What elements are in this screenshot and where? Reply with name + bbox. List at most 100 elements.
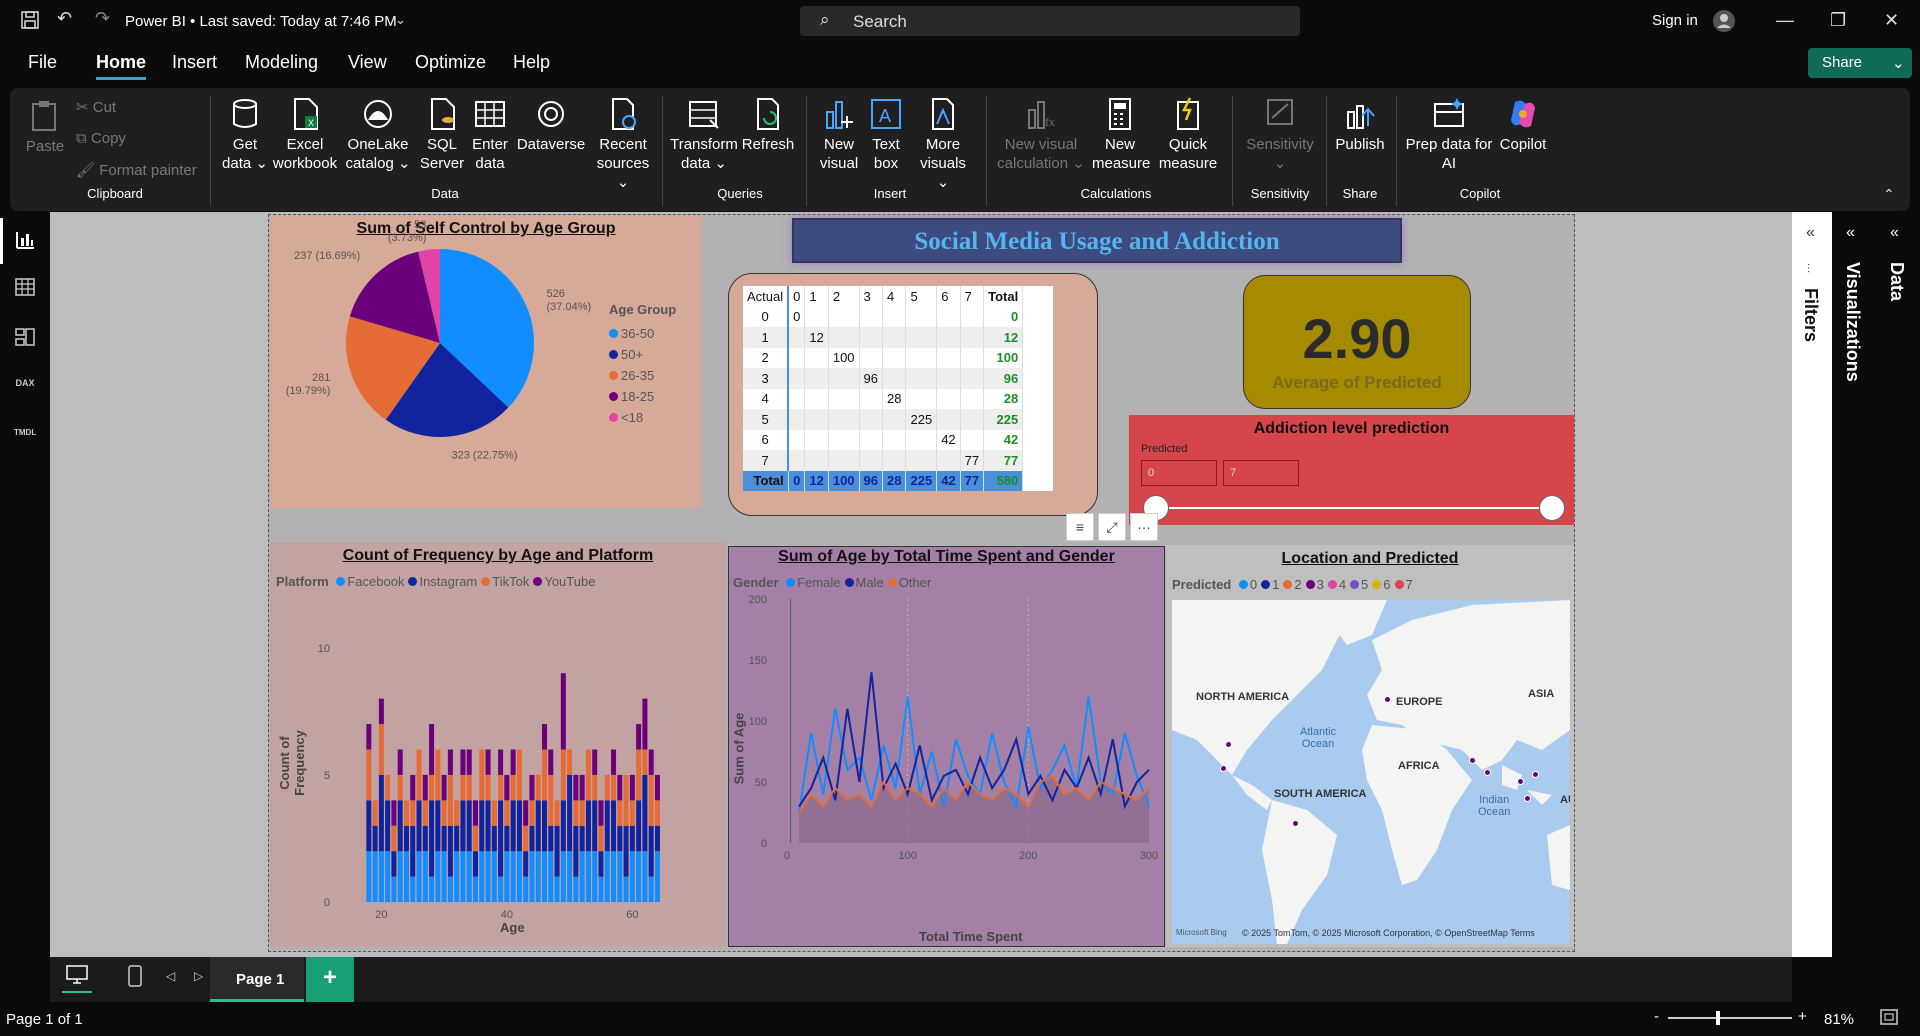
slicer-visual[interactable]: Addiction level prediction Predicted 0 7 [1129,415,1574,525]
map-pin[interactable] [1384,696,1391,703]
publish-button[interactable]: Publish [1332,96,1388,154]
pie-legend-item[interactable]: 36-50 [609,323,654,344]
restore-icon[interactable]: ❐ [1830,10,1846,31]
matrix-column-header[interactable]: 6 [936,286,961,307]
map-legend-item[interactable]: 1 [1261,577,1279,592]
pie-legend-item[interactable]: 26-35 [609,365,654,386]
menu-optimize[interactable]: Optimize [415,52,486,73]
card-visual[interactable]: 2.90 Average of Predicted [1243,275,1471,409]
map-pin[interactable] [1524,795,1531,802]
user-avatar-icon[interactable] [1712,9,1736,38]
matrix-column-header[interactable]: 7 [960,286,985,307]
copilot-button[interactable]: Copilot [1490,96,1556,154]
zoom-slider[interactable] [1668,1011,1792,1025]
zoom-out-icon[interactable]: - [1654,1008,1659,1025]
fit-to-page-icon[interactable] [1880,1009,1898,1029]
map-pin[interactable] [1292,820,1299,827]
new-visual-calculation-button[interactable]: fx New visual calculation ⌄ [996,96,1086,173]
matrix-column-header[interactable]: Total [983,286,1024,307]
filter-icon[interactable]: ≡ [1066,513,1094,541]
slicer-handle-max[interactable] [1539,495,1565,521]
table-view-icon[interactable] [14,276,36,298]
menu-view[interactable]: View [348,52,387,73]
prev-page-icon[interactable]: ◁ [166,969,175,983]
map-legend-item[interactable]: 4 [1327,577,1346,592]
map-legend-item[interactable]: 5 [1350,577,1368,592]
format-painter-button[interactable]: 🖌 Format painter [76,161,197,180]
expand-data-icon[interactable]: « [1890,224,1899,242]
data-pane[interactable]: « Data [1876,212,1920,957]
stacked-bar-visual[interactable]: Count of Frequency by Age and Platform P… [270,542,726,947]
line-chart-visual[interactable]: Sum of Age by Total Time Spent and Gende… [728,546,1165,947]
onelake-catalog-button[interactable]: OneLake catalog ⌄ [343,96,413,173]
report-view-icon[interactable] [14,228,36,250]
mobile-layout-icon[interactable] [128,965,142,992]
expand-filters-icon[interactable]: « [1806,224,1815,242]
copy-button[interactable]: ⧉ Copy [76,129,126,148]
menu-help[interactable]: Help [513,52,550,73]
map-pin[interactable] [1469,757,1476,764]
page-tab-page-1[interactable]: Page 1 [210,957,304,1002]
map-canvas[interactable]: NORTH AMERICA EUROPE ASIA Atlantic Ocean… [1172,600,1570,944]
minimize-icon[interactable]: — [1776,10,1794,31]
zoom-slider-thumb[interactable] [1716,1011,1720,1025]
sign-in-link[interactable]: Sign in [1652,12,1698,29]
text-box-button[interactable]: A Text box [866,96,906,173]
zoom-in-icon[interactable]: + [1798,1008,1807,1025]
cut-button[interactable]: ✂ Cut [76,98,116,117]
quick-measure-button[interactable]: Quick measure [1152,96,1224,173]
matrix-column-header[interactable]: 4 [882,286,907,307]
dataverse-button[interactable]: Dataverse [516,96,586,154]
get-data-button[interactable]: Get data ⌄ [222,96,268,173]
map-pin[interactable] [1532,771,1539,778]
pie-chart-visual[interactable]: Sum of Self Control by Age Group 526 (37.… [270,216,702,508]
share-button[interactable]: Share ⌄ [1808,48,1912,78]
map-pin[interactable] [1220,765,1227,772]
refresh-button[interactable]: Refresh [740,96,796,154]
more-visuals-button[interactable]: More visuals ⌄ [912,96,974,192]
transform-data-button[interactable]: Transform data ⌄ [670,96,738,173]
new-visual-button[interactable]: New visual [816,96,862,173]
tmdl-view-icon[interactable]: TMDL [14,428,36,450]
map-legend-item[interactable]: 3 [1305,577,1324,592]
map-attribution[interactable]: © 2025 TomTom, © 2025 Microsoft Corporat… [1242,928,1535,938]
matrix-column-header[interactable]: 5 [905,286,938,307]
map-visual[interactable]: Location and Predicted Predicted 0123456… [1166,545,1574,947]
map-pin[interactable] [1517,778,1524,785]
paste-button[interactable]: Paste [20,98,70,156]
matrix-visual[interactable]: Actual 0 1 2 3 4 5 6 7 Total 0 0 0 1 12 12 2 100 100 3 96 96… [728,273,1098,516]
search-box[interactable]: ⌕ Search [800,6,1300,36]
sensitivity-button[interactable]: Sensitivity ⌄ [1242,96,1318,173]
slicer-min-input[interactable]: 0 [1141,460,1217,486]
save-icon[interactable] [20,10,40,35]
matrix-column-header[interactable]: 1 [804,286,829,307]
recent-sources-button[interactable]: Recent sources ⌄ [590,96,656,192]
pie-legend-item[interactable]: 50+ [609,344,654,365]
desktop-layout-icon[interactable] [66,965,88,990]
slicer-max-input[interactable]: 7 [1223,460,1299,486]
menu-modeling[interactable]: Modeling [245,52,318,73]
enter-data-button[interactable]: Enter data [468,96,512,173]
dax-query-view-icon[interactable]: DAX [14,378,36,400]
close-icon[interactable]: ✕ [1884,10,1899,31]
visualizations-pane[interactable]: « Visualizations [1832,212,1876,957]
map-legend-item[interactable]: 6 [1372,577,1391,592]
sql-server-button[interactable]: SQL Server [418,96,466,173]
more-options-icon[interactable]: … [1130,513,1158,541]
next-page-icon[interactable]: ▷ [194,969,203,983]
chevron-down-icon[interactable]: ⌄ [395,12,406,28]
pie-legend-item[interactable]: <18 [609,407,654,428]
add-page-button[interactable]: + [306,957,354,1002]
model-view-icon[interactable] [14,326,36,348]
map-legend-item[interactable]: 7 [1394,577,1413,592]
redo-icon[interactable]: ↷ [95,8,110,29]
excel-workbook-button[interactable]: X Excel workbook [272,96,338,173]
matrix-column-header[interactable]: 3 [859,286,884,307]
matrix-corner-header[interactable]: Actual [743,286,790,307]
focus-mode-icon[interactable]: ⤢ [1098,513,1126,541]
menu-home[interactable]: Home [96,52,147,80]
collapse-ribbon-icon[interactable]: ⌃ [1883,186,1895,203]
matrix-column-header[interactable]: 2 [828,286,860,307]
menu-file[interactable]: File [28,52,57,73]
pie-legend-item[interactable]: 18-25 [609,386,654,407]
